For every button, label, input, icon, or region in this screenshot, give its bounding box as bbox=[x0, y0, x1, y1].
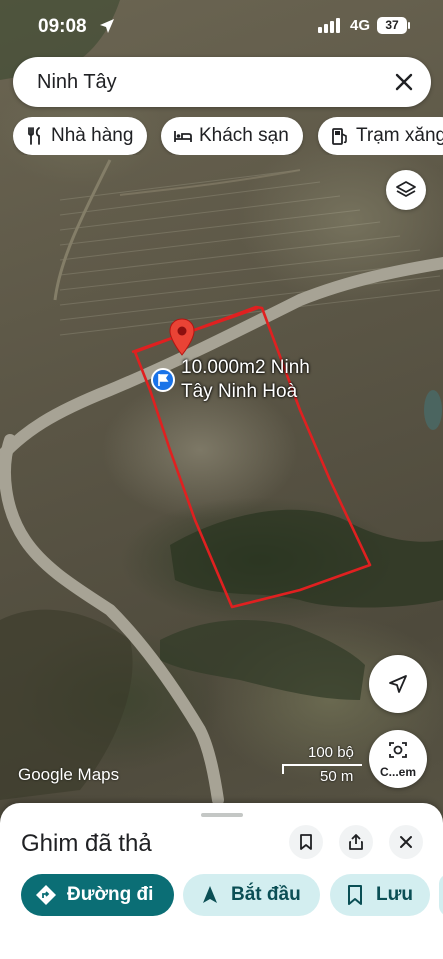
layers-button[interactable] bbox=[386, 170, 426, 210]
search-bar[interactable]: Ninh Tây bbox=[13, 57, 431, 107]
lens-button[interactable]: C...em bbox=[369, 730, 427, 788]
search-input[interactable]: Ninh Tây bbox=[37, 71, 117, 94]
battery-tip bbox=[408, 22, 410, 29]
navigation-arrow-icon bbox=[203, 886, 217, 903]
chip-label: Nhà hàng bbox=[51, 125, 134, 146]
category-chips: Nhà hàng Khách sạn Trạm xăng bbox=[13, 117, 443, 155]
start-button[interactable]: Bắt đầu bbox=[183, 874, 320, 916]
save-label: Lưu bbox=[376, 884, 413, 905]
location-arrow-icon bbox=[100, 19, 114, 33]
directions-icon bbox=[36, 885, 56, 905]
sheet-title: Ghim đã thả bbox=[21, 830, 152, 857]
battery-icon: 37 bbox=[377, 17, 407, 34]
directions-button[interactable]: Đường đi bbox=[21, 874, 174, 916]
scale-imperial: 100 bộ bbox=[308, 744, 354, 761]
navigation-arrow-icon bbox=[389, 675, 407, 693]
network-type: 4G bbox=[350, 17, 371, 34]
save-icon-button[interactable] bbox=[289, 825, 323, 859]
chip-hotels[interactable]: Khách sạn bbox=[161, 117, 303, 155]
layers-icon bbox=[396, 181, 416, 197]
hotel-icon bbox=[174, 131, 192, 142]
chip-label: Trạm xăng bbox=[356, 125, 443, 146]
share-icon bbox=[349, 834, 363, 850]
lens-label: C...em bbox=[379, 765, 416, 779]
my-location-button[interactable] bbox=[369, 655, 427, 713]
status-bar: 09:08 4G 37 bbox=[0, 0, 443, 52]
flag-icon bbox=[158, 374, 169, 386]
chip-restaurants[interactable]: Nhà hàng bbox=[13, 117, 148, 155]
scale-bar: 100 bộ 50 m bbox=[282, 744, 362, 788]
status-time: 09:08 bbox=[38, 16, 87, 37]
save-button[interactable]: Lưu bbox=[330, 874, 430, 916]
share-button[interactable] bbox=[339, 825, 373, 859]
more-actions-button[interactable] bbox=[439, 874, 443, 916]
signal-icon bbox=[318, 17, 340, 33]
directions-label: Đường đi bbox=[67, 884, 154, 905]
chip-gas-stations[interactable]: Trạm xăng bbox=[318, 117, 443, 155]
chip-label: Khách sạn bbox=[199, 125, 289, 146]
close-sheet-button[interactable] bbox=[389, 825, 423, 859]
bottom-sheet[interactable]: Ghim đã thả Đường đi Bắt đầu Lưu bbox=[0, 803, 443, 959]
google-maps-logo: Google Maps bbox=[18, 765, 120, 784]
dropped-pin-icon[interactable] bbox=[169, 318, 195, 356]
scale-metric: 50 m bbox=[320, 768, 354, 785]
bookmark-icon bbox=[300, 834, 312, 850]
close-icon[interactable] bbox=[391, 69, 417, 95]
close-icon bbox=[400, 836, 412, 848]
gas-station-icon bbox=[332, 128, 347, 145]
flag-poi-icon[interactable] bbox=[151, 368, 175, 392]
sheet-handle[interactable] bbox=[201, 813, 243, 817]
start-label: Bắt đầu bbox=[231, 884, 301, 905]
bookmark-icon bbox=[348, 885, 362, 905]
camera-search-icon bbox=[389, 742, 407, 758]
poi-label[interactable]: 10.000m2 Ninh Tây Ninh Hoà bbox=[181, 356, 341, 404]
restaurant-icon bbox=[28, 127, 40, 145]
